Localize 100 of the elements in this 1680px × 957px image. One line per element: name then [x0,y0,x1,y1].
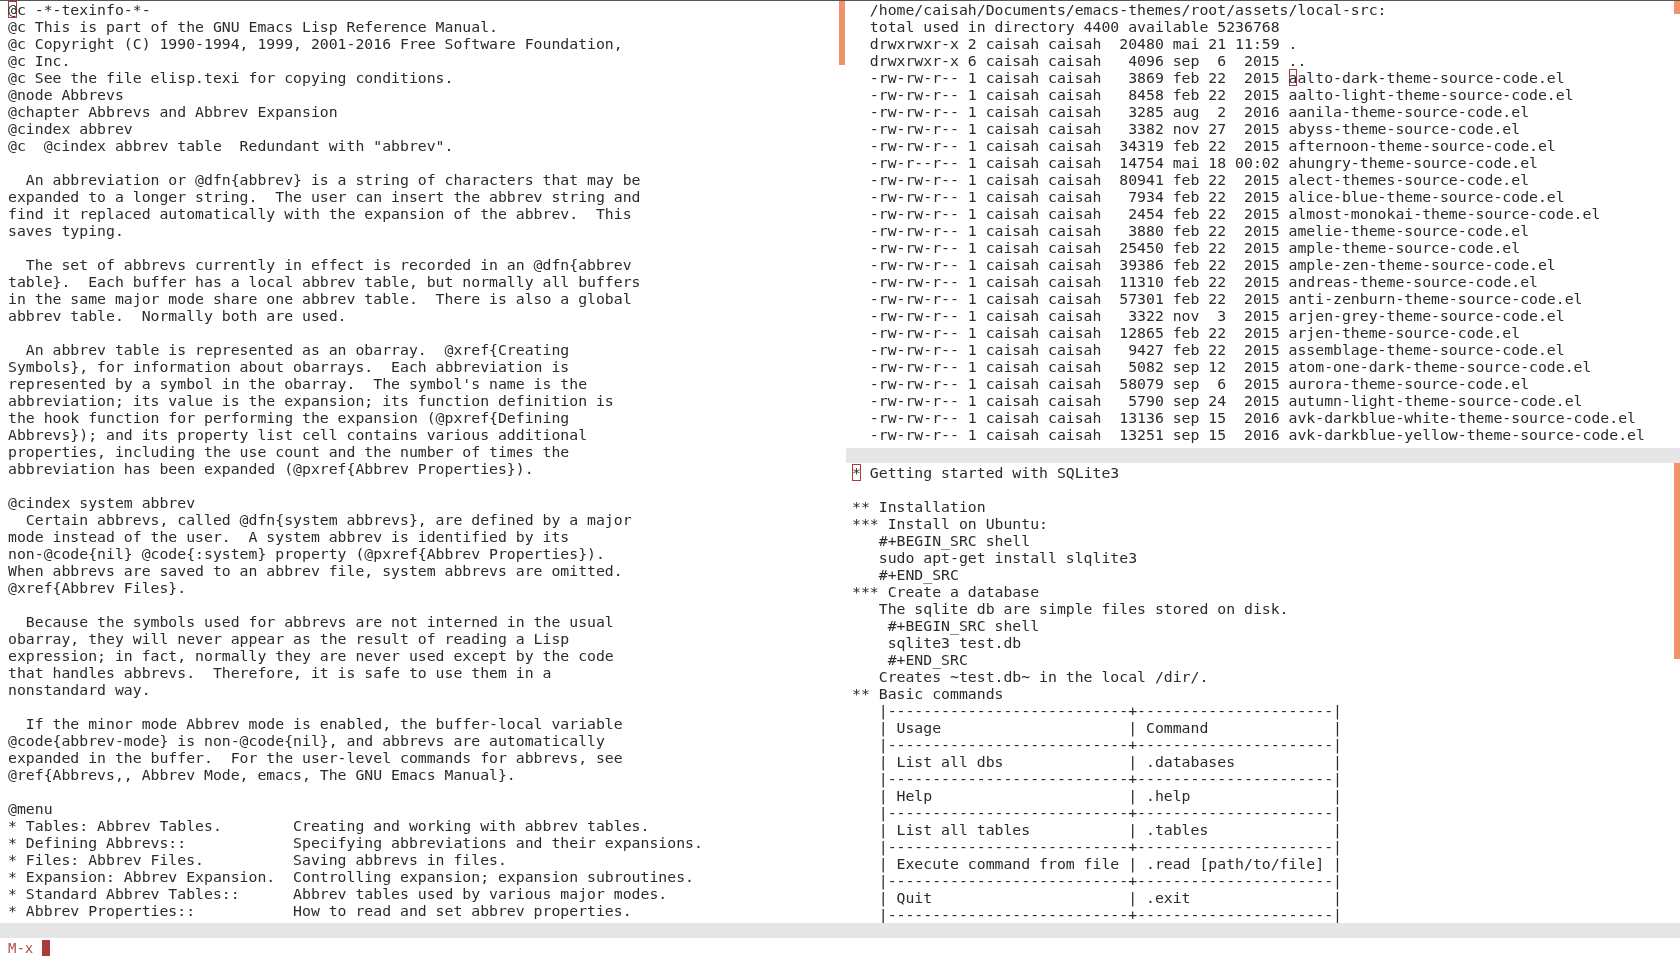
text-line: |---------------------------+----------------------| [877,736,1342,753]
text-line: -rw-rw-r-- 1 caisah caisah 12865 feb 22 2015 arjen-theme-source-code.el [868,324,1521,341]
text-line: abbreviation has been expanded (@pxref{Abbrev Properties}). [8,460,534,477]
text-line: -rw-rw-r-- 1 caisah caisah 5082 sep 12 2015 atom-one-dark-theme-source-code.el [868,358,1592,375]
text-line: -rw-rw-r-- 1 caisah caisah 58079 sep 6 2015 aurora-theme-source-code.el [868,375,1530,392]
text-line: An abbreviation or @dfn{abbrev} is a string of characters that may be [24,171,641,188]
text-line: An abbrev table is represented as an obarray. @xref{Creating [24,341,570,358]
text-line: -rw-r--r-- 1 caisah caisah 14754 mai 18 00:02 ahungry-theme-source-code.el [868,154,1538,171]
text-line: non-@code{nil} @code{:system} property (@pxref{Abbrev Properties}). [8,545,605,562]
text-line: @c See the file elisp.texi for copying conditions. [8,69,454,86]
text-line: drwxrwxr-x 6 caisah caisah 4096 sep 6 2015 .. [868,52,1307,69]
text-line: /home/caisah/Documents/emacs-themes/root/assets/local-src: [868,1,1387,18]
text-line: obarray, they will never appear as the result of reading a Lisp [8,630,570,647]
text-line: -rw-rw-r-- 1 caisah caisah 3322 nov 3 2015 arjen-grey-theme-source-code.el [868,307,1565,324]
text-line: * Standard Abbrev Tables:: Abbrev tables used by various major modes. [8,885,668,902]
text-line: -rw-rw-r-- 1 caisah caisah 13251 sep 15 2016 avk-darkblue-yellow-theme-source-code.el [868,426,1645,443]
text-line: -rw-rw-r-- 1 caisah caisah 25450 feb 22 2015 ample-theme-source-code.el [868,239,1521,256]
text-line: expression; in fact, normally they are never used except by the code [8,647,614,664]
text-line: | Quit | .exit | [877,889,1342,906]
text-line: abbrev table. Normally both are used. [8,307,347,324]
text-line: sudo apt-get install slqlite3 [877,549,1138,566]
text-line: * Expansion: Abbrev Expansion. Controlling expansion; expansion subroutines. [8,868,694,885]
text-line: total used in directory 4400 available 5236768 [868,18,1280,35]
text-line: -rw-rw-r-- 1 caisah caisah 80941 feb 22 2015 alect-themes-source-code.el [868,171,1530,188]
text-line: @xref{Abbrev Files}. [8,579,187,596]
text-line: |---------------------------+----------------------| [877,906,1342,923]
text-line: | Execute command from file | .read [path/to/file] | [877,855,1342,872]
text-line: @code{abbrev-mode} is non-@code{nil}, and abbrevs are automatically [8,732,605,749]
text-line: *** Create a database [852,583,1040,600]
text-line: #+END_SRC [877,566,959,583]
text-line: -rw-rw-r-- 1 caisah caisah 8458 feb 22 2015 aalto-light-theme-source-code.el [868,86,1574,103]
text-line: -rw-rw-r-- 1 caisah caisah 3285 aug 2 2016 aanila-theme-source-code.el [868,103,1530,120]
text-line: mode instead of the user. A system abbrev is identified by its [8,528,570,545]
text-line: represented by a symbol in the obarray. The symbol's name is the [8,375,588,392]
text-line: If the minor mode Abbrev mode is enabled, the buffer-local variable [24,715,623,732]
text-line: Creates ~test.db~ in the local /dir/. [877,668,1209,685]
text-line: -rw-rw-r-- 1 caisah caisah 11310 feb 22 2015 andreas-theme-source-code.el [868,273,1538,290]
scroll-indicator[interactable] [839,1,845,65]
text-line: * Getting started with SQLite3 [852,464,1120,481]
text-line: -rw-rw-r-- 1 caisah caisah 34319 feb 22 2015 afternoon-theme-source-code.el [868,137,1556,154]
text-line: expanded to a longer string. The user can insert the abbrev string and [8,188,641,205]
text-line: drwxrwxr-x 2 caisah caisah 20480 mai 21 11:59 . [868,35,1298,52]
text-line: When abbrevs are saved to an abbrev file, system abbrevs are omitted. [8,562,623,579]
text-line: find it replaced automatically with the expansion of the abbrev. This [8,205,632,222]
text-cursor [42,939,51,956]
scroll-indicator[interactable] [1674,1,1680,14]
text-line: | List all tables | .tables | [877,821,1342,838]
scroll-indicator[interactable] [1674,463,1680,659]
text-line: -rw-rw-r-- 1 caisah caisah 13136 sep 15 2016 avk-darkblue-white-theme-source-code.el [868,409,1636,426]
text-line: in the same major mode share one abbrev table. There is also a global [8,290,632,307]
text-line: * Tables: Abbrev Tables. Creating and working with abbrev tables. [8,817,650,834]
text-line: -rw-rw-r-- 1 caisah caisah 7934 feb 22 2015 alice-blue-theme-source-code.el [868,188,1565,205]
text-line: saves typing. [8,222,124,239]
text-line: -rw-rw-r-- 1 caisah caisah 3880 feb 22 2015 amelie-theme-source-code.el [868,222,1530,239]
text-line: #+END_SRC [886,651,968,668]
text-line: the hook function for performing the expansion (@pxref{Defining [8,409,570,426]
text-line: #+BEGIN_SRC shell [877,532,1031,549]
text-line: | List all dbs | .databases | [877,753,1342,770]
text-line: -rw-rw-r-- 1 caisah caisah 39386 feb 22 2015 ample-zen-theme-source-code.el [868,256,1556,273]
text-line: -rw-rw-r-- 1 caisah caisah 5790 sep 24 2015 autumn-light-theme-source-code.el [868,392,1583,409]
text-line: properties, including the use count and the number of times the [8,443,570,460]
text-line: abbreviation; its value is the expansion; its function definition is [8,392,614,409]
text-line: nonstandard way. [8,681,151,698]
text-line: *** Install on Ubuntu: [852,515,1048,532]
text-line: -rw-rw-r-- 1 caisah caisah 2454 feb 22 2015 almost-monokai-theme-source-code.el [868,205,1601,222]
text-line: @ref{Abbrevs,, Abbrev Mode, emacs, The GNU Emacs Manual}. [8,766,516,783]
text-line: |---------------------------+----------------------| [877,770,1342,787]
text-line: | Usage | Command | [877,719,1342,736]
text-line: @node Abbrevs [8,86,124,103]
text-line: ** Basic commands [852,685,1004,702]
text-line: The set of abbrevs currently in effect is recorded in an @dfn{abbrev [24,256,632,273]
text-line: @menu [8,800,53,817]
text-line: -rw-rw-r-- 1 caisah caisah 3382 nov 27 2015 abyss-theme-source-code.el [868,120,1521,137]
text-line: * Abbrev Properties:: How to read and set abbrev properties. [8,902,632,919]
text-line: @c Inc. [8,52,71,69]
text-line: Because the symbols used for abbrevs are not interned in the usual [24,613,614,630]
minibuffer-prompt: M-x [8,939,34,956]
text-line: -rw-rw-r-- 1 caisah caisah 57301 feb 22 2015 anti-zenburn-theme-source-code.el [868,290,1583,307]
text-line: ** Installation [852,498,986,515]
text-line: that handles abbrevs. Therefore, it is safe to use them in a [8,664,552,681]
text-line: * Defining Abbrevs:: Specifying abbreviations and their expansions. [8,834,703,851]
text-line: The sqlite db are simple files stored on disk. [877,600,1289,617]
text-line: |---------------------------+----------------------| [877,702,1342,719]
text-line: -rw-rw-r-- 1 caisah caisah 9427 feb 22 2015 assemblage-theme-source-code.el [868,341,1565,358]
text-line: sqlite3 test.db [886,634,1022,651]
text-line: #+BEGIN_SRC shell [886,617,1040,634]
text-line: |---------------------------+----------------------| [877,838,1342,855]
text-line: |---------------------------+----------------------| [877,804,1342,821]
text-line: * Files: Abbrev Files. Saving abbrevs in files. [8,851,507,868]
text-line: @c @cindex abbrev table Redundant with "abbrev". [8,137,454,154]
text-line: @chapter Abbrevs and Abbrev Expansion [8,103,338,120]
text-line: @c This is part of the GNU Emacs Lisp Reference Manual. [8,18,498,35]
text-line: |---------------------------+----------------------| [877,872,1342,889]
text-line: | Help | .help | [877,787,1342,804]
text-line: Certain abbrevs, called @dfn{system abbrevs}, are defined by a major [24,511,632,528]
text-line: @c Copyright (C) 1990-1994, 1999, 2001-2016 Free Software Foundation, [8,35,623,52]
text-line: Symbols}, for information about obarrays. Each abbreviation is [8,358,570,375]
text-line: table}. Each buffer has a local abbrev table, but normally all buffers [8,273,641,290]
text-line: Abbrevs}); and its property list cell contains various additional [8,426,588,443]
text-line: expanded in the buffer. For the user-level commands for abbrevs, see [8,749,623,766]
